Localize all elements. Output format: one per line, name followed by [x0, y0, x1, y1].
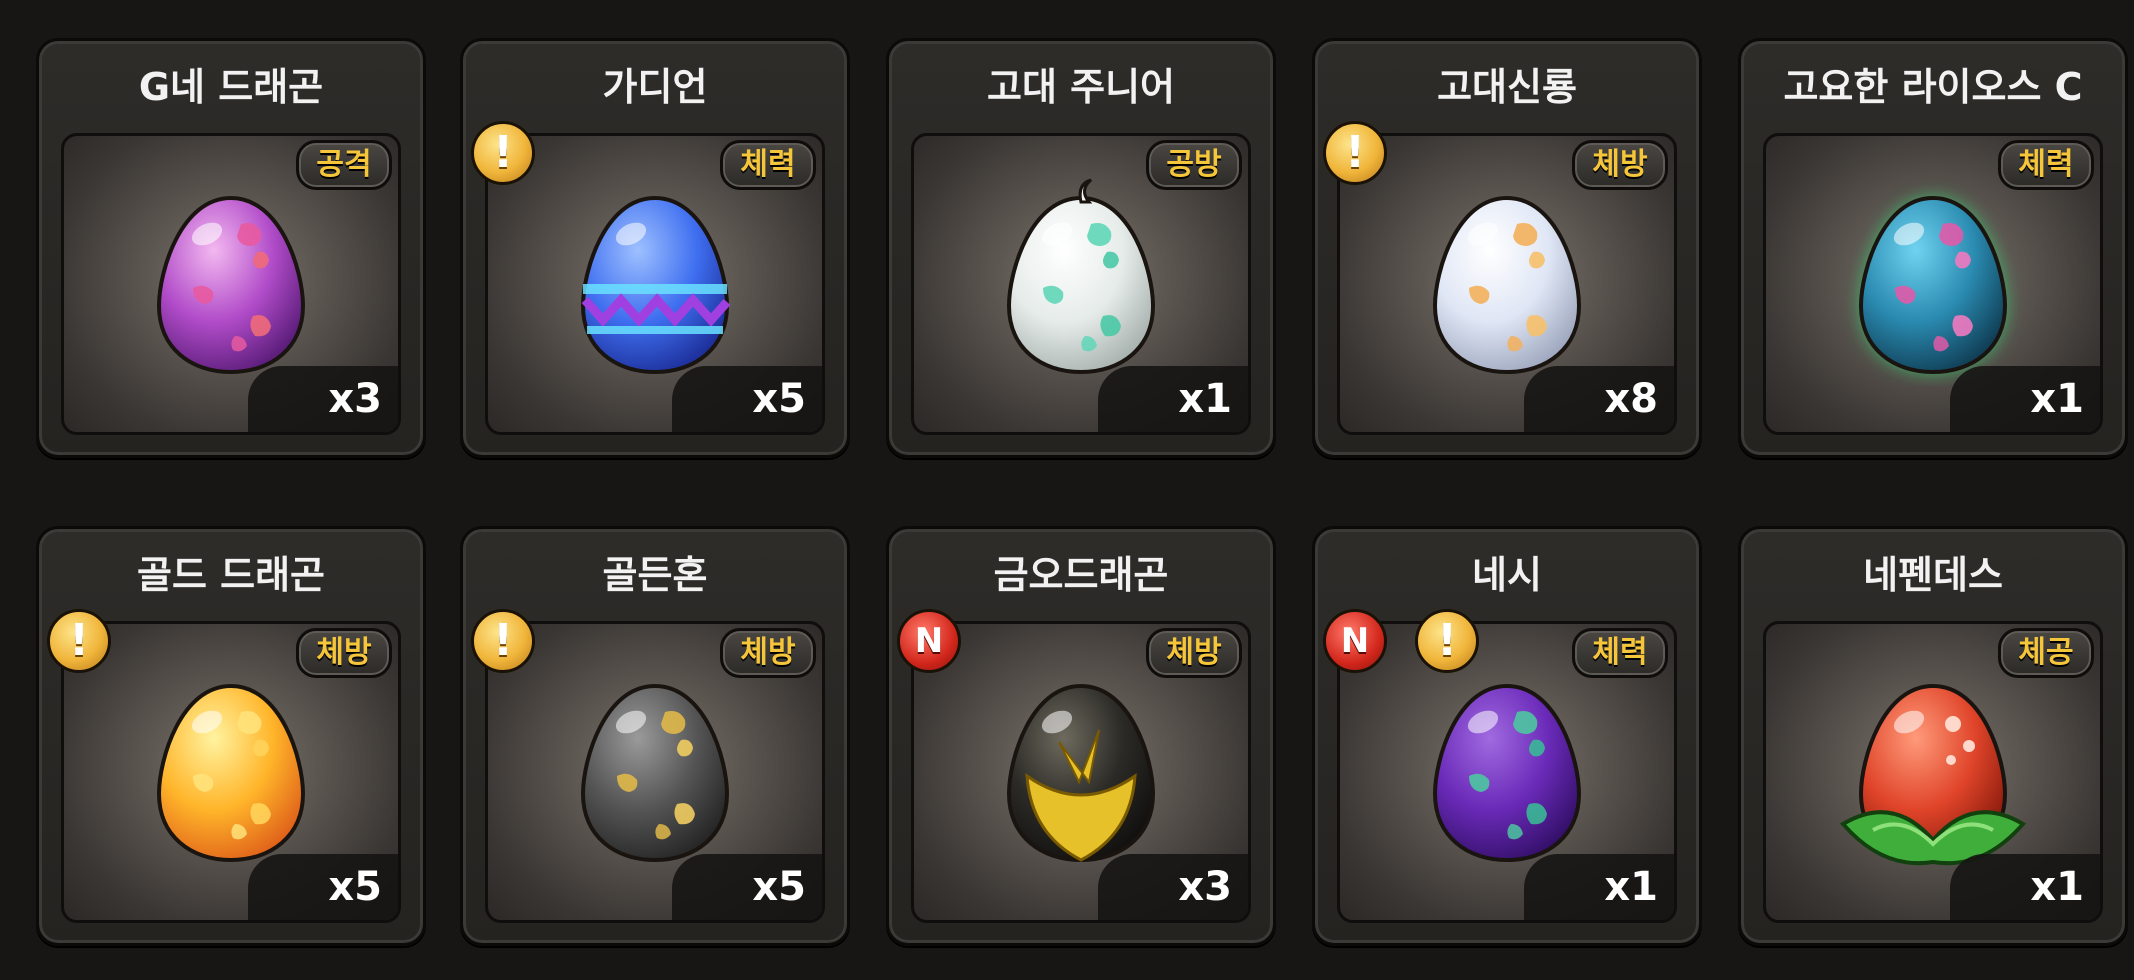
egg-count: x8 [1524, 366, 1674, 432]
egg-count: x1 [1950, 854, 2100, 920]
egg-slot: 체방 x5 [61, 621, 401, 923]
warning-badge-icon: ! [471, 609, 535, 673]
red-leaf-egg-icon [1766, 664, 2100, 874]
egg-slot: 체방 x3 [911, 621, 1251, 923]
egg-name: 가디언 [602, 65, 708, 109]
egg-count: x1 [1524, 854, 1674, 920]
egg-name: 네펜데스 [1863, 553, 2003, 597]
golden-egg-icon [64, 664, 398, 874]
warning-badge-icon: ! [471, 121, 535, 185]
egg-card[interactable]: 고요한 라이오스 C 체력 x1 [1738, 38, 2128, 458]
egg-count: x3 [1098, 854, 1248, 920]
egg-name: 고대신룡 [1437, 65, 1577, 109]
egg-card[interactable]: G네 드래곤공격 x3 [36, 38, 426, 458]
egg-slot: 체력 x5 [485, 133, 825, 435]
egg-name: 골든혼 [602, 553, 708, 597]
white-mint-spotted-egg-icon [914, 176, 1248, 386]
egg-count: x5 [248, 854, 398, 920]
purple-spotted-egg-icon [64, 176, 398, 386]
egg-card[interactable]: 네시체력 x1 N! [1312, 526, 1702, 946]
egg-card[interactable]: 고대신룡체방 x8! [1312, 38, 1702, 458]
egg-slot: 체력 x1 [1763, 133, 2103, 435]
egg-slot: 공격 x3 [61, 133, 401, 435]
egg-slot: 체방 x5 [485, 621, 825, 923]
egg-card[interactable]: 골든혼체방 x5! [460, 526, 850, 946]
egg-card[interactable]: 금오드래곤체방 x3 N [886, 526, 1276, 946]
egg-count: x1 [1098, 366, 1248, 432]
egg-card[interactable]: 골드 드래곤체방 x5! [36, 526, 426, 946]
warning-badge-icon: ! [47, 609, 111, 673]
egg-name: 금오드래곤 [993, 553, 1169, 597]
egg-name: 고요한 라이오스 C [1783, 65, 2083, 109]
teal-glowing-egg-icon [1766, 176, 2100, 386]
egg-name: 골드 드래곤 [136, 553, 326, 597]
egg-slot: 체방 x8 [1337, 133, 1677, 435]
egg-inventory-grid: G네 드래곤 공격 x3 가디언 체력 x5! 고대 주니어 공방 x1 고대신룡 체방 [0, 0, 2134, 980]
egg-slot: 체력 x1 [1337, 621, 1677, 923]
egg-name: G네 드래곤 [138, 65, 324, 109]
egg-name: 네시 [1472, 553, 1542, 597]
egg-count: x5 [672, 366, 822, 432]
egg-card[interactable]: 네펜데스체공 x1 [1738, 526, 2128, 946]
egg-count: x1 [1950, 366, 2100, 432]
egg-count: x3 [248, 366, 398, 432]
warning-badge-icon: ! [1323, 121, 1387, 185]
white-orange-spotted-egg-icon [1340, 176, 1674, 386]
purple-green-spotted-egg-icon [1340, 664, 1674, 874]
blue-zigzag-egg-icon [488, 176, 822, 386]
gray-gold-spotted-egg-icon [488, 664, 822, 874]
egg-card[interactable]: 가디언체력 x5! [460, 38, 850, 458]
warning-badge-icon: ! [1415, 609, 1479, 673]
egg-name: 고대 주니어 [986, 65, 1176, 109]
new-badge-icon: N [897, 609, 961, 673]
black-gold-egg-icon [914, 664, 1248, 874]
egg-slot: 공방 x1 [911, 133, 1251, 435]
egg-slot: 체공 x1 [1763, 621, 2103, 923]
new-badge-icon: N [1323, 609, 1387, 673]
egg-count: x5 [672, 854, 822, 920]
egg-card[interactable]: 고대 주니어공방 x1 [886, 38, 1276, 458]
